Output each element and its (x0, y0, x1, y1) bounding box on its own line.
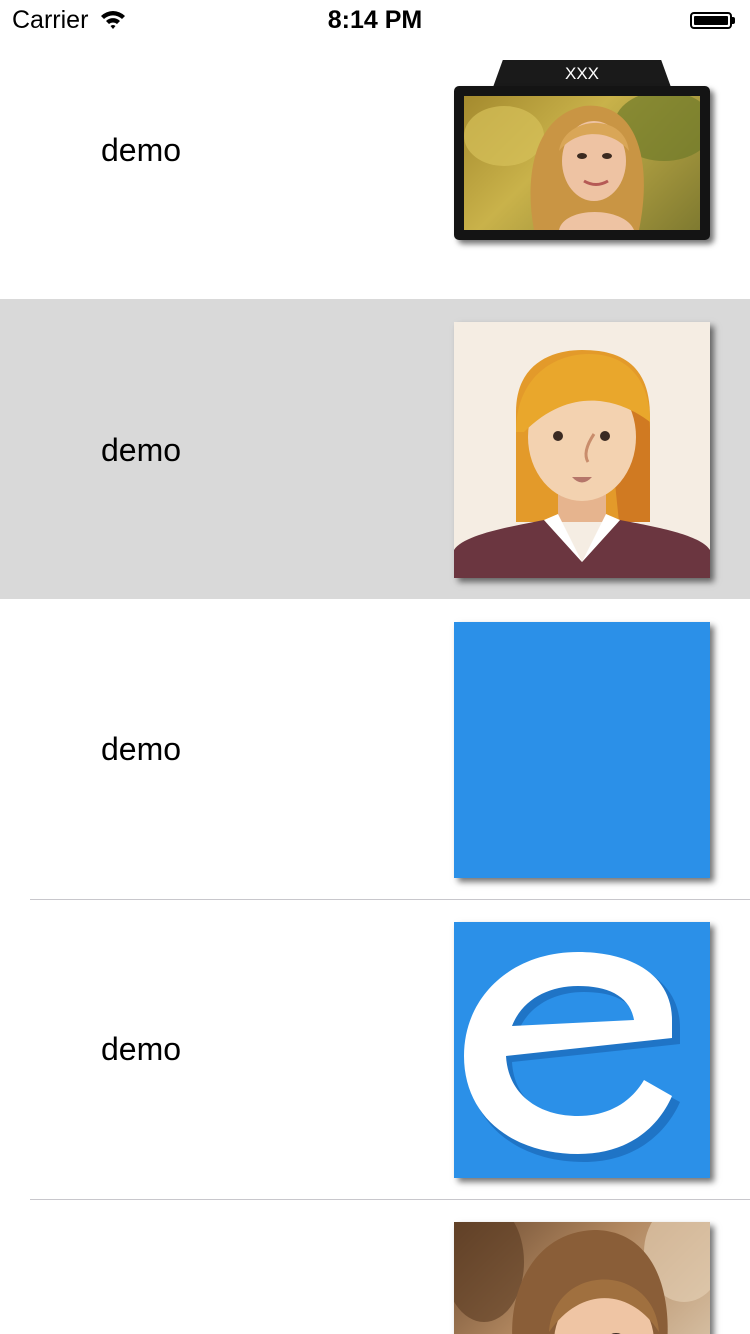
table-row-4[interactable]: demo (0, 900, 750, 1200)
table-row-3[interactable]: demo (0, 600, 750, 900)
status-bar: Carrier 8:14 PM (0, 0, 750, 40)
table-row-2[interactable]: demo (0, 299, 750, 599)
blue-square-thumbnail (454, 622, 710, 878)
folder-photo-thumbnail: XXX (454, 60, 712, 242)
avatar-woman-thumbnail (454, 322, 710, 578)
row-title: demo (101, 1330, 181, 1334)
folder-photo (464, 96, 700, 230)
table-view: demo XXX demo demo demo (0, 0, 750, 1334)
row-title: demo (101, 132, 182, 168)
row-title: demo (101, 731, 182, 767)
battery-icon (690, 12, 736, 29)
folder-tab-label: XXX (564, 64, 600, 83)
folder-frame (454, 86, 710, 240)
table-row-1[interactable]: demo XXX (0, 0, 750, 300)
table-row-5[interactable]: demo (0, 1200, 750, 1334)
row-title: demo (101, 432, 182, 468)
browser-e-logo-thumbnail (454, 922, 710, 1178)
row-title: demo (101, 1031, 182, 1067)
photo-thumbnail (454, 1222, 710, 1334)
status-time: 8:14 PM (327, 6, 423, 34)
